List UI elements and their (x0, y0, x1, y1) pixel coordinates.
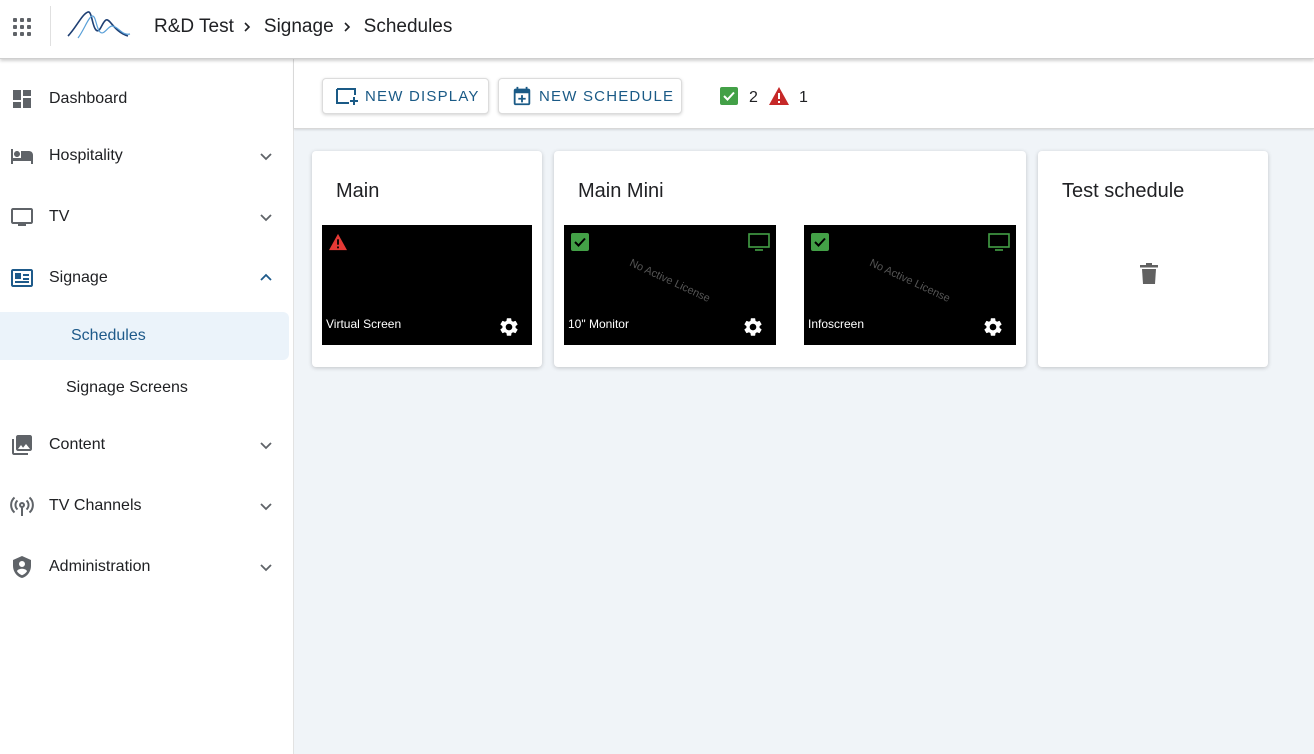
sidebar-subitem-schedules[interactable]: Schedules (0, 312, 289, 360)
screen-name: Infoscreen (808, 317, 865, 331)
signage-icon (11, 269, 33, 287)
gear-icon[interactable] (982, 316, 1004, 338)
toolbar: NEW DISPLAY NEW SCHEDULE 2 1 (294, 59, 1314, 129)
chevron-down-icon[interactable] (258, 148, 274, 164)
new-display-label: NEW DISPLAY (365, 87, 480, 105)
chevron-down-icon[interactable] (258, 437, 274, 453)
breadcrumb-item-schedules: Schedules (363, 16, 453, 37)
screen-tile[interactable]: No Active License 10" Monitor (564, 225, 776, 345)
sidebar-item-dashboard[interactable]: Dashboard (0, 75, 294, 123)
add-calendar-icon (513, 86, 531, 106)
sidebar-item-label: TV Channels (49, 497, 142, 514)
photo-library-icon (12, 435, 32, 455)
monitor-icon (988, 233, 1010, 251)
add-display-icon (336, 88, 358, 105)
gear-icon[interactable] (498, 316, 520, 338)
breadcrumb: R&D Test Signage Schedules (154, 16, 452, 38)
chevron-right-icon (344, 22, 350, 32)
screen-tile[interactable]: Virtual Screen (322, 225, 532, 345)
schedule-card: Test schedule (1038, 151, 1268, 367)
screen-name: Virtual Screen (326, 317, 402, 331)
sidebar-item-label: Dashboard (49, 90, 128, 107)
sidebar-item-label: Administration (49, 558, 151, 575)
gear-icon[interactable] (742, 316, 764, 338)
sidebar-item-administration[interactable]: Administration (0, 543, 294, 591)
warning-icon (329, 233, 347, 251)
license-watermark: No Active License (867, 257, 952, 305)
schedule-title[interactable]: Test schedule (1062, 180, 1184, 203)
chevron-right-icon (244, 22, 251, 32)
chevron-down-icon[interactable] (258, 559, 274, 575)
sidebar-item-hospitality[interactable]: Hospitality (0, 132, 294, 180)
screen-tile[interactable]: No Active License Infoscreen (804, 225, 1016, 345)
chevron-down-icon[interactable] (258, 209, 274, 225)
header-divider (50, 6, 51, 46)
sidebar-subitem-label: Schedules (71, 327, 146, 344)
sidebar-item-content[interactable]: Content (0, 421, 294, 469)
ok-count: 2 (749, 89, 758, 106)
sidebar-item-tv-channels[interactable]: TV Channels (0, 482, 294, 530)
check-box-icon (811, 233, 829, 251)
new-schedule-button[interactable]: NEW SCHEDULE (498, 78, 682, 114)
warn-count: 1 (799, 89, 808, 106)
monitor-icon (748, 233, 770, 251)
new-schedule-label: NEW SCHEDULE (539, 87, 675, 105)
breadcrumb-item-tenant[interactable]: R&D Test (154, 16, 234, 38)
schedule-title[interactable]: Main Mini (578, 180, 664, 203)
sidebar-item-label: TV (49, 208, 70, 225)
chevron-up-icon[interactable] (258, 270, 274, 286)
chevron-down-icon[interactable] (258, 498, 274, 514)
schedule-card: Main Mini No Active License 10" Monitor (554, 151, 1026, 367)
dashboard-icon (13, 90, 31, 108)
schedule-title[interactable]: Main (336, 180, 379, 203)
main-content: NEW DISPLAY NEW SCHEDULE 2 1 Main Virtua… (294, 59, 1314, 754)
antenna-icon (10, 496, 34, 516)
sidebar-item-label: Content (49, 436, 106, 453)
sidebar-subitem-signage-screens[interactable]: Signage Screens (66, 364, 188, 412)
new-display-button[interactable]: NEW DISPLAY (322, 78, 489, 114)
screen-name: 10" Monitor (568, 317, 629, 331)
sidebar-item-signage[interactable]: Signage (0, 254, 294, 302)
sidebar: Dashboard Hospitality TV Signage Schedul… (0, 59, 294, 754)
warning-icon (769, 87, 789, 105)
top-header: R&D Test Signage Schedules (0, 0, 1314, 59)
check-box-icon (720, 87, 738, 105)
brand-logo[interactable] (66, 6, 132, 42)
apps-grid-icon[interactable] (12, 17, 32, 37)
sidebar-item-label: Hospitality (49, 147, 123, 164)
trash-icon[interactable] (1140, 263, 1158, 285)
sidebar-item-label: Signage (49, 269, 108, 286)
bed-icon (11, 149, 33, 164)
shield-icon (13, 556, 31, 578)
sidebar-subitem-label: Signage Screens (66, 379, 188, 396)
schedule-card: Main Virtual Screen (312, 151, 542, 367)
breadcrumb-item-signage[interactable]: Signage (264, 16, 334, 38)
sidebar-item-tv[interactable]: TV (0, 193, 294, 241)
license-watermark: No Active License (627, 257, 712, 305)
tv-icon (11, 208, 33, 226)
check-box-icon (571, 233, 589, 251)
